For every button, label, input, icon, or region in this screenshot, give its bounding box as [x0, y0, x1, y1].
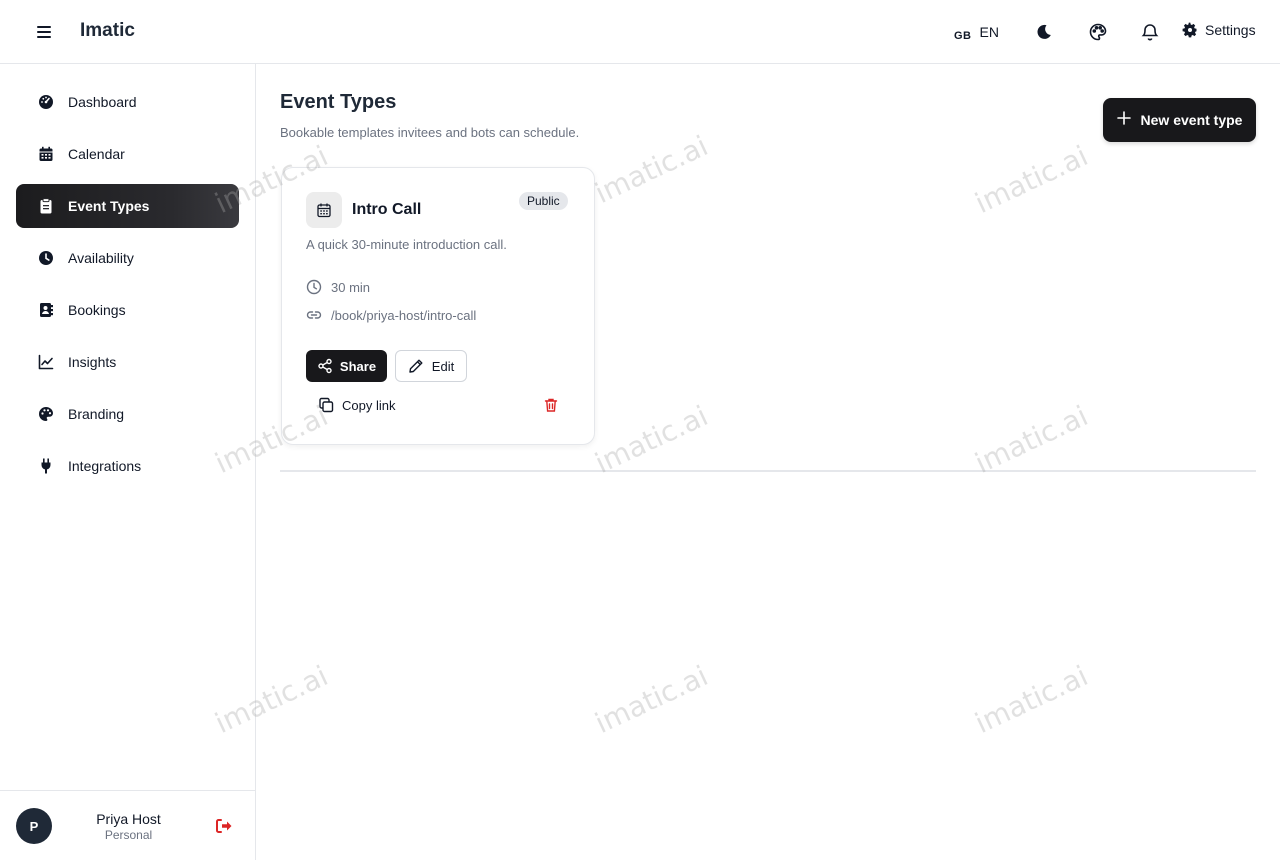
watermark: imatic.ai	[590, 659, 713, 740]
sidebar-item-calendar[interactable]: Calendar	[16, 132, 239, 176]
sidebar-item-insights[interactable]: Insights	[16, 340, 239, 384]
page-subtitle: Bookable templates invitees and bots can…	[280, 125, 580, 140]
watermark: imatic.ai	[970, 399, 1093, 480]
sidebar-item-bookings[interactable]: Bookings	[16, 288, 239, 332]
event-link[interactable]: /book/priya-host/intro-call	[331, 308, 476, 323]
menu-icon[interactable]	[34, 22, 54, 42]
event-title: Intro Call	[352, 201, 422, 218]
calendar-icon	[38, 146, 54, 162]
event-duration: 30 min	[331, 279, 371, 295]
sidebar-item-dashboard[interactable]: Dashboard	[16, 80, 239, 124]
avatar[interactable]: P	[16, 808, 52, 844]
page-title: Event Types	[280, 91, 397, 113]
sidebar-item-integrations[interactable]: Integrations	[16, 444, 239, 488]
sidebar-item-label: Bookings	[68, 302, 126, 318]
sidebar-item-event-types[interactable]: Event Types	[16, 184, 239, 228]
clock-icon	[38, 250, 54, 266]
trash-icon[interactable]	[543, 397, 559, 413]
copy-icon	[319, 397, 334, 413]
language-code: EN	[979, 24, 999, 40]
watermark: imatic.ai	[970, 659, 1093, 740]
bell-icon[interactable]	[1140, 22, 1160, 42]
moon-icon[interactable]	[1034, 22, 1054, 42]
watermark: imatic.ai	[590, 399, 713, 480]
sidebar-item-label: Insights	[68, 354, 117, 370]
watermark: imatic.ai	[970, 139, 1093, 220]
share-icon	[318, 358, 332, 374]
event-description: A quick 30-minute introduction call.	[306, 237, 507, 252]
chart-line-icon	[38, 354, 54, 370]
edit-button[interactable]: Edit	[395, 350, 467, 382]
plug-icon	[38, 458, 54, 474]
sidebar-item-branding[interactable]: Branding	[16, 392, 239, 436]
event-link-row: /book/priya-host/intro-call	[306, 307, 476, 323]
settings-button[interactable]: Settings	[1182, 22, 1256, 38]
language-selector[interactable]: GB EN	[954, 24, 999, 42]
visibility-badge: Public	[519, 192, 568, 210]
copy-link-button[interactable]: Copy link	[318, 397, 395, 413]
sidebar-item-label: Event Types	[68, 198, 150, 214]
content-divider	[280, 470, 1256, 472]
sidebar-item-label: Branding	[68, 406, 125, 422]
sidebar-item-label: Calendar	[68, 146, 125, 162]
edit-label: Edit	[431, 358, 455, 374]
sidebar-item-availability[interactable]: Availability	[16, 236, 239, 280]
dashboard-icon	[38, 94, 54, 110]
logout-icon[interactable]	[215, 818, 233, 834]
event-duration-row: 30 min	[306, 279, 370, 295]
palette-icon	[38, 406, 54, 422]
address-book-icon	[38, 302, 54, 318]
plus-icon	[1116, 109, 1131, 129]
user-plan: Personal	[104, 828, 153, 842]
top-bar: Imatic GB EN Settings	[0, 0, 1280, 64]
user-name: Priya Host	[96, 811, 161, 827]
pencil-icon	[409, 359, 423, 373]
sidebar-item-label: Dashboard	[68, 94, 137, 110]
clipboard-icon	[38, 198, 54, 214]
new-event-type-label: New event type	[1140, 112, 1243, 128]
gear-icon	[1182, 22, 1197, 38]
calendar-icon	[306, 192, 342, 228]
new-event-type-button[interactable]: New event type	[1103, 98, 1256, 142]
sidebar-item-label: Integrations	[68, 458, 142, 474]
watermark: imatic.ai	[590, 129, 713, 210]
sidebar-item-label: Availability	[68, 250, 134, 266]
app-title: Imatic	[80, 20, 135, 41]
event-type-card: Intro Call Public A quick 30-minute intr…	[281, 167, 595, 445]
share-label: Share	[339, 358, 377, 374]
clock-icon	[306, 279, 322, 295]
settings-label: Settings	[1205, 22, 1256, 38]
palette-icon[interactable]	[1088, 22, 1108, 42]
copy-link-label: Copy link	[342, 397, 396, 413]
flag-icon: GB	[954, 30, 972, 42]
link-icon	[306, 311, 322, 319]
user-panel: P Priya Host Personal	[0, 790, 255, 860]
share-button[interactable]: Share	[306, 350, 387, 382]
sidebar: Dashboard Calendar Event Types Availabil…	[0, 64, 256, 860]
